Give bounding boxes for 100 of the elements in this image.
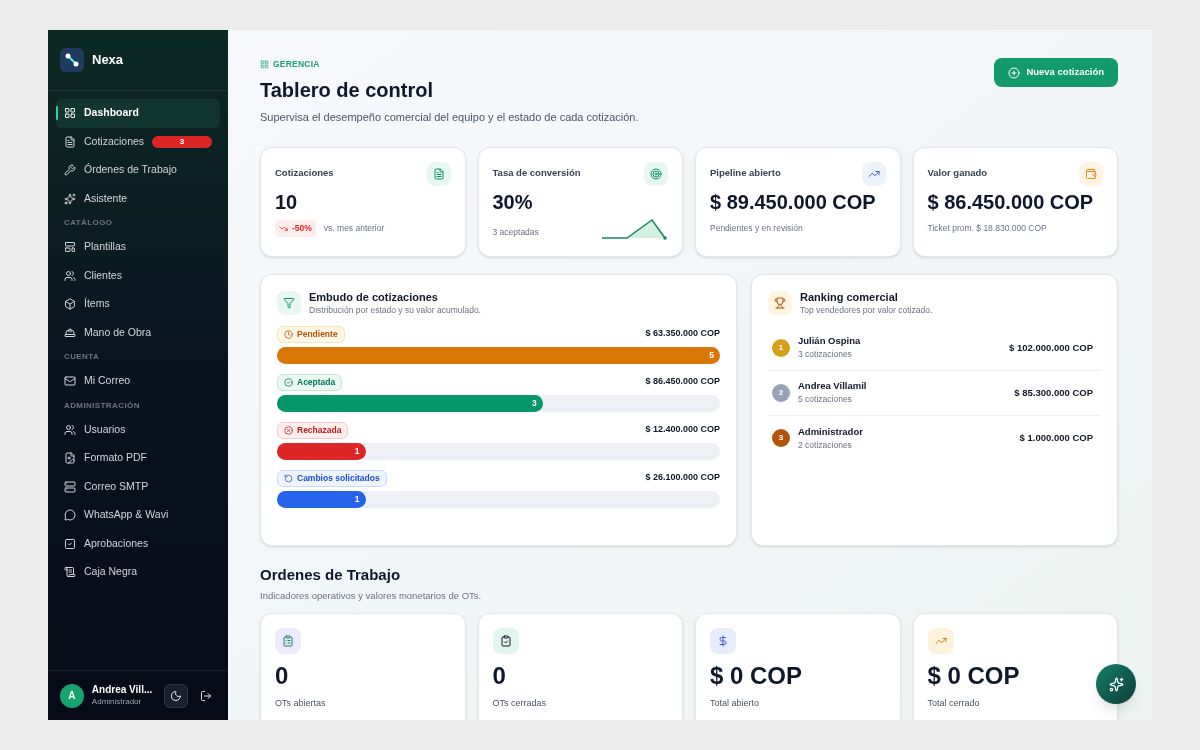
nav-item[interactable]: Correo SMTP: [56, 472, 220, 501]
kpi-value: $ 89.450.000 COP: [710, 192, 877, 213]
nav-item[interactable]: Ítems: [56, 290, 220, 319]
status-chip: Rechazada: [277, 421, 349, 439]
status-chip: Pendiente: [277, 325, 345, 343]
stage-count: 5: [709, 348, 714, 362]
seller-amount: $ 102.000.000 COP: [1009, 340, 1093, 355]
section-label: CUENTA: [63, 351, 101, 363]
metric-value: $ 0 COP: [927, 664, 1021, 688]
nav-label: Clientes: [84, 267, 122, 283]
kpi-title: Tasa de conversión: [492, 166, 581, 181]
dashboard-icon: [64, 107, 76, 120]
page-subtitle: Supervisa el desempeño comercial del equipo y el estado de cada cotización.: [260, 109, 639, 125]
template-icon: [64, 241, 76, 254]
nav-label: Aprobaciones: [84, 535, 149, 551]
stage-count: 1: [354, 444, 360, 458]
dollar-icon: [710, 628, 736, 654]
trophy-icon: [768, 291, 792, 316]
eyebrow-label: GERENCIA: [260, 58, 639, 71]
panel-subtitle: Distribución por estado y su valor acumulado.: [309, 305, 481, 316]
seller-name: Julián Ospina: [798, 335, 861, 348]
nav-item[interactable]: Plantillas: [56, 233, 220, 262]
stage-count: 3: [532, 396, 537, 410]
status-chip: Aceptada: [277, 373, 343, 391]
document-icon: [64, 135, 76, 148]
nav-item[interactable]: Caja Negra: [56, 558, 220, 587]
panel-title: Embudo de cotizaciones: [309, 291, 439, 305]
sparkles-icon: [1108, 676, 1124, 692]
metric-label: Total abierto: [710, 697, 761, 710]
nav-item[interactable]: Mi Correo: [56, 367, 220, 396]
trend-up-icon: [861, 162, 886, 187]
kpi-title: Cotizaciones: [275, 166, 334, 181]
nav-label: Formato PDF: [84, 450, 147, 466]
metric-value: 0: [275, 664, 290, 688]
count-badge: 3: [152, 135, 212, 148]
nav-item[interactable]: Mano de Obra: [56, 318, 220, 347]
page-title: Tablero de control: [260, 77, 434, 103]
user-avatar: A: [60, 683, 84, 708]
seller-amount: $ 1.000.000 COP: [1019, 431, 1093, 445]
kpi-note: vs. mes anterior: [323, 222, 385, 235]
nav-label: Ítems: [84, 296, 110, 312]
nav-label: Dashboard: [84, 105, 139, 121]
nav-item[interactable]: Órdenes de Trabajo: [56, 156, 220, 185]
clipboard-check-icon: [492, 628, 519, 654]
metric-label: OTs abiertas: [275, 697, 327, 710]
filter-icon: [277, 291, 301, 316]
grid-icon: [260, 59, 269, 69]
nav-item[interactable]: Usuarios: [56, 415, 220, 444]
trend-badge: -50%: [275, 220, 316, 237]
seller-count: 2 cotizaciones: [798, 439, 853, 451]
kpi-title: Pipeline abierto: [710, 166, 781, 181]
metric-label: Total cerrado: [927, 697, 981, 710]
nav-item[interactable]: WhatsApp & Wavi: [56, 501, 220, 530]
kpi-title: Valor ganado: [927, 166, 988, 181]
chat-icon: [64, 509, 76, 522]
nav-item[interactable]: Cotizaciones 3: [56, 127, 220, 156]
panel-subtitle: Top vendedores por valor cotizado.: [800, 305, 933, 316]
nav-item[interactable]: Aprobaciones: [56, 529, 220, 558]
nav-item[interactable]: Asistente: [56, 184, 220, 213]
new-quote-button[interactable]: Nueva cotización: [994, 58, 1118, 87]
stage-amount: $ 63.350.000 COP: [645, 327, 720, 341]
assistant-button[interactable]: [1096, 664, 1136, 704]
server-icon: [64, 480, 76, 493]
checkbox-icon: [64, 537, 76, 550]
nav-label: Caja Negra: [84, 564, 138, 580]
kpi-note: 3 aceptadas: [492, 225, 539, 239]
nav-item[interactable]: Clientes: [56, 261, 220, 290]
stage-count: 1: [354, 492, 360, 506]
theme-button[interactable]: [164, 683, 189, 708]
user-role: Administrador: [91, 696, 143, 707]
nav-item[interactable]: Formato PDF: [56, 444, 220, 473]
plus-icon: [1008, 66, 1021, 79]
stage-amount: $ 86.450.000 COP: [645, 375, 720, 389]
rank-badge: 3: [772, 429, 790, 448]
brand-name: Nexa: [92, 51, 124, 70]
logout-icon: [200, 689, 213, 702]
clipboard-icon: [275, 628, 301, 654]
clock-icon: [284, 329, 293, 339]
metric-value: 0: [492, 664, 507, 688]
kpi-value: 30%: [492, 192, 534, 213]
stage-amount: $ 26.100.000 COP: [645, 471, 720, 485]
seller-count: 5 cotizaciones: [798, 394, 853, 405]
box-icon: [64, 298, 76, 311]
kpi-value: $ 86.450.000 COP: [927, 192, 1095, 213]
panel-title: Ranking comercial: [800, 291, 899, 305]
status-chip: Cambios solicitados: [277, 469, 387, 487]
nav-label: Plantillas: [84, 239, 127, 255]
scroll-icon: [64, 566, 76, 579]
stage-amount: $ 12.400.000 COP: [645, 423, 720, 437]
users-icon: [64, 269, 76, 282]
nav-item[interactable]: Dashboard: [56, 99, 220, 128]
section-subtitle: Indicadores operativos y valores monetarios de OTs.: [260, 588, 483, 603]
hard-hat-icon: [64, 326, 76, 339]
nav-label: Correo SMTP: [84, 478, 149, 494]
target-icon: [644, 162, 668, 187]
rank-badge: 1: [772, 338, 790, 357]
sparkline: [602, 218, 668, 241]
logo-icon: [60, 48, 84, 72]
seller-amount: $ 85.300.000 COP: [1014, 385, 1093, 400]
kpi-note: Ticket prom. $ 18.830.000 COP: [927, 222, 1048, 235]
